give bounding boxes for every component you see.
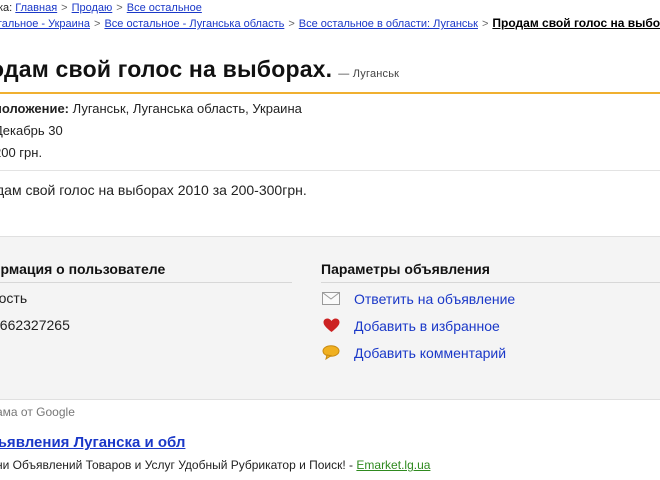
breadcrumb-separator: >: [288, 18, 295, 30]
price-value: 200 грн.: [0, 145, 43, 160]
comment-icon: [321, 345, 341, 361]
favorite-action[interactable]: Добавить в избранное: [321, 312, 660, 339]
breadcrumb-link-other-ukraine[interactable]: гальное - Украина: [0, 18, 90, 30]
ad-text: ни Объявлений Товаров и Услуг Удобный Ру…: [0, 458, 430, 472]
user-name: Гость: [0, 290, 28, 306]
location-label: положение:: [0, 101, 70, 116]
divider: [0, 282, 292, 283]
divider: [321, 282, 660, 283]
breadcrumb-link-home[interactable]: Главная: [15, 2, 57, 14]
user-phone: 0662327265: [0, 317, 70, 333]
ad-title-link[interactable]: ъявления Луганска и обл: [0, 434, 185, 451]
breadcrumb-prefix: ка:: [0, 2, 13, 14]
breadcrumb-link-other-region[interactable]: Все остальное - Луганська область: [104, 18, 284, 30]
location-value: Луганськ, Луганська область, Украина: [72, 101, 302, 116]
google-ads: ама от Google ъявления Луганска и обл ни…: [0, 405, 660, 472]
listing-params-section: Параметры объявления Ответить на объявле…: [321, 261, 660, 366]
breadcrumb-link-other-city[interactable]: Все остальное в области: Луганськ: [299, 18, 478, 30]
info-panel: ормация о пользователе Гость 0662327265 …: [0, 236, 660, 400]
price-row: 200 грн.: [0, 142, 302, 164]
ads-label: ама от Google: [0, 405, 75, 419]
envelope-icon: [321, 291, 341, 307]
ad-url-link[interactable]: Emarket.lg.ua: [356, 458, 430, 472]
date-value: Декабрь 30: [0, 123, 63, 138]
params-heading: Параметры объявления: [321, 261, 490, 277]
favorite-link[interactable]: Добавить в избранное: [354, 318, 500, 334]
title-location: — Луганськ: [338, 68, 400, 80]
reply-link[interactable]: Ответить на объявление: [354, 291, 515, 307]
user-info-heading: ормация о пользователе: [0, 261, 166, 277]
page-title: одам свой голос на выборах. — Луганськ: [0, 56, 399, 83]
listing-description: дам свой голос на выборах 2010 за 200-30…: [0, 182, 307, 198]
location-row: положение: Луганськ, Луганська область, …: [0, 98, 302, 120]
user-info-section: ормация о пользователе Гость 0662327265: [0, 261, 292, 339]
page-title-text: одам свой голос на выборах.: [0, 56, 333, 82]
breadcrumb-separator: >: [94, 18, 101, 30]
breadcrumb-separator: >: [61, 2, 68, 14]
reply-action[interactable]: Ответить на объявление: [321, 285, 660, 312]
divider: [0, 170, 660, 171]
ad-description: ни Объявлений Товаров и Услуг Удобный Ру…: [0, 458, 357, 472]
date-row: Декабрь 30: [0, 120, 302, 142]
title-bar: одам свой голос на выборах. — Луганськ: [0, 52, 660, 94]
breadcrumb-separator: >: [116, 2, 123, 14]
comment-link[interactable]: Добавить комментарий: [354, 345, 506, 361]
comment-action[interactable]: Добавить комментарий: [321, 339, 660, 366]
listing-details: положение: Луганськ, Луганська область, …: [0, 98, 302, 164]
breadcrumb-link-other[interactable]: Все остальное: [127, 2, 202, 14]
breadcrumb-link-sell[interactable]: Продаю: [72, 2, 113, 14]
breadcrumb-current[interactable]: Продам свой голос на выбо: [492, 16, 660, 30]
breadcrumb-separator: >: [481, 18, 489, 30]
heart-icon: [321, 318, 341, 334]
